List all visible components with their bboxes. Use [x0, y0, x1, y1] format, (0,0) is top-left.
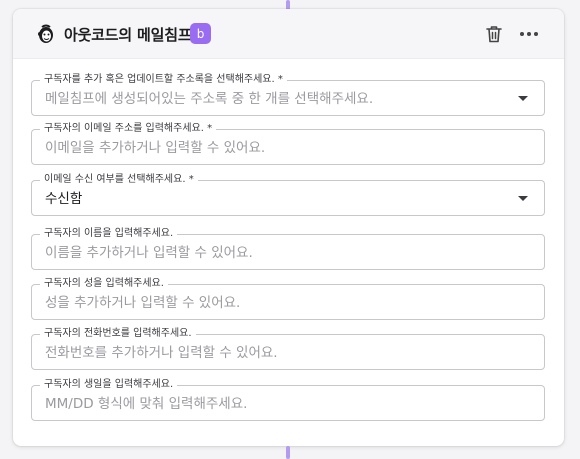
flow-connector-bottom — [286, 446, 290, 459]
audience-select-label: 구독자를 추가 혹은 업데이트할 주소록을 선택해주세요. * — [40, 73, 287, 87]
mailchimp-icon — [35, 23, 57, 45]
caret-down-icon — [518, 96, 528, 101]
more-options-button[interactable] — [517, 22, 541, 46]
subscription-status-select[interactable]: 이메일 수신 여부를 선택해주세요. * 수신함 — [31, 173, 545, 216]
email-field-label: 구독자의 이메일 주소를 입력해주세요. * — [40, 122, 217, 136]
birthday-field[interactable]: 구독자의 생일을 입력해주세요. MM/DD 형식에 맞춰 입력해주세요. — [31, 378, 545, 421]
first-name-placeholder: 이름을 추가하거나 입력할 수 있어요. — [45, 245, 253, 261]
last-name-placeholder: 성을 추가하거나 입력할 수 있어요. — [45, 295, 241, 311]
caret-down-icon — [518, 196, 528, 201]
subscription-status-label: 이메일 수신 여부를 선택해주세요. * — [40, 173, 198, 187]
card-header: 아웃코드의 메일침프 b — [13, 9, 564, 59]
first-name-field[interactable]: 구독자의 이름을 입력해주세요. 이름을 추가하거나 입력할 수 있어요. — [31, 227, 545, 270]
phone-placeholder: 전화번호를 추가하거나 입력할 수 있어요. — [45, 345, 278, 361]
audience-select[interactable]: 구독자를 추가 혹은 업데이트할 주소록을 선택해주세요. * 메일침프에 생성… — [31, 73, 545, 116]
trash-icon — [486, 26, 502, 43]
more-horizontal-icon — [520, 32, 538, 36]
phone-field[interactable]: 구독자의 전화번호를 입력해주세요. 전화번호를 추가하거나 입력할 수 있어요… — [31, 327, 545, 370]
card-title: 아웃코드의 메일침프 — [64, 26, 192, 44]
mailchimp-action-card: 아웃코드의 메일침프 b 구독자를 추가 혹은 업데이트할 주소록을 선택해주세… — [13, 9, 564, 446]
last-name-field[interactable]: 구독자의 성을 입력해주세요. 성을 추가하거나 입력할 수 있어요. — [31, 277, 545, 320]
first-name-label: 구독자의 이름을 입력해주세요. — [40, 227, 178, 241]
email-field[interactable]: 구독자의 이메일 주소를 입력해주세요. * 이메일을 추가하거나 입력할 수 … — [31, 122, 545, 165]
audience-select-placeholder: 메일침프에 생성되어있는 주소록 중 한 개를 선택해주세요. — [45, 91, 374, 107]
delete-button[interactable] — [483, 22, 505, 46]
last-name-label: 구독자의 성을 입력해주세요. — [40, 277, 168, 291]
phone-label: 구독자의 전화번호를 입력해주세요. — [40, 327, 196, 341]
subscription-status-value: 수신함 — [45, 191, 83, 207]
birthday-placeholder: MM/DD 형식에 맞춰 입력해주세요. — [45, 396, 248, 412]
birthday-label: 구독자의 생일을 입력해주세요. — [40, 378, 178, 392]
email-field-placeholder: 이메일을 추가하거나 입력할 수 있어요. — [45, 140, 266, 156]
step-badge: b — [190, 23, 211, 44]
